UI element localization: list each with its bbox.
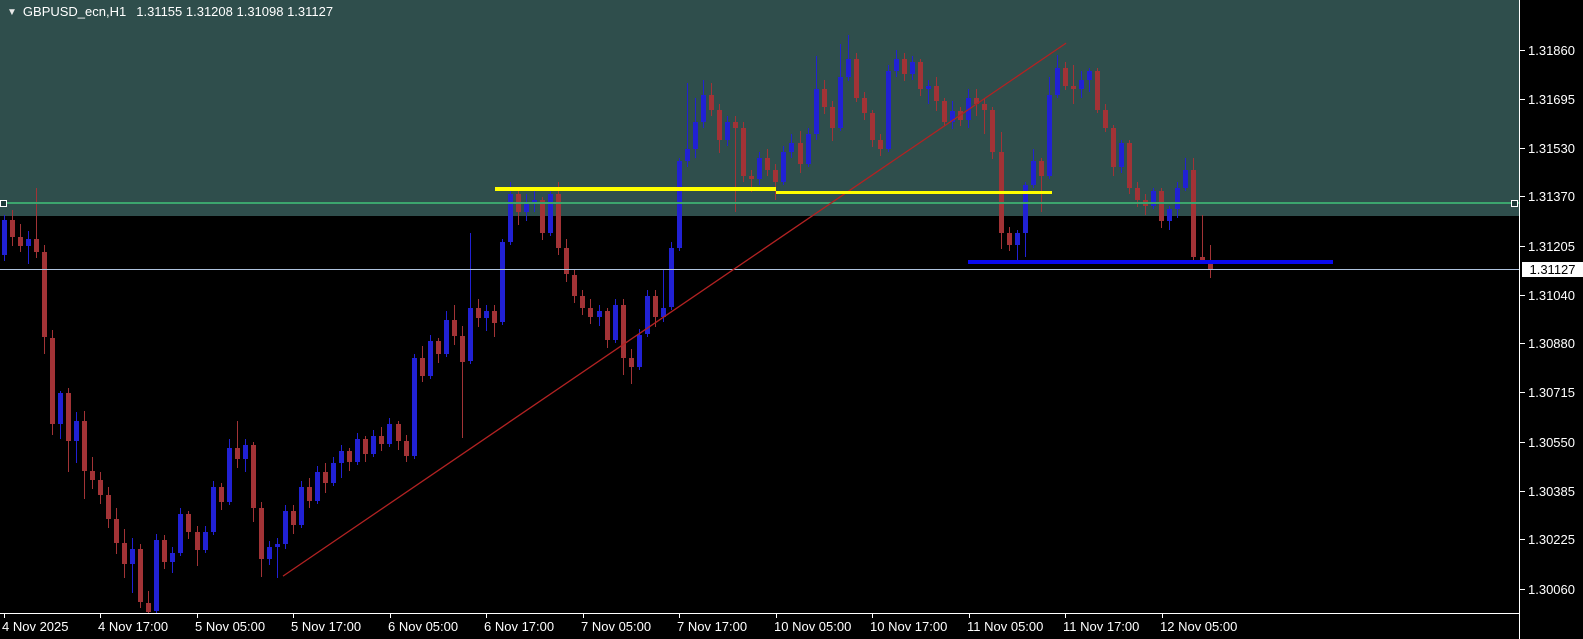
- hline-handle-right[interactable]: [1511, 199, 1518, 207]
- price-axis-tick: [1520, 295, 1525, 296]
- price-axis-label: 1.31370: [1528, 189, 1575, 205]
- symbol-period-label: GBPUSD_ecn,H1: [22, 4, 127, 19]
- red-trendline[interactable]: [282, 42, 1067, 577]
- yellow-resistance-line-left[interactable]: [495, 187, 776, 191]
- time-axis-label: 10 Nov 05:00: [774, 619, 852, 634]
- price-axis-tick: [1520, 98, 1525, 100]
- time-axis-label: 10 Nov 17:00: [870, 619, 948, 634]
- price-axis-tick: [1520, 49, 1525, 51]
- hline-handle-left[interactable]: [0, 199, 7, 207]
- chart-area[interactable]: ▼ GBPUSD_ecn,H1 1.31155 1.31208 1.31098 1.…: [0, 0, 1519, 613]
- time-axis-tick: [679, 614, 680, 618]
- time-axis-tick: [197, 614, 198, 618]
- time-axis-tick: [100, 614, 101, 618]
- time-axis-label: 11 Nov 05:00: [967, 619, 1044, 634]
- time-axis-label: 11 Nov 17:00: [1063, 619, 1140, 634]
- price-axis-label: 1.31040: [1528, 288, 1575, 303]
- time-axis-tick: [776, 614, 777, 618]
- price-axis-tick: [1520, 441, 1525, 443]
- price-axis-tick: [1520, 148, 1525, 150]
- price-axis-label: 1.30060: [1528, 581, 1575, 597]
- price-axis-label: 1.31205: [1528, 238, 1575, 254]
- price-axis-label: 1.31695: [1528, 91, 1575, 107]
- price-axis-label: 1.30715: [1528, 385, 1575, 401]
- time-axis-tick: [969, 614, 970, 618]
- price-axis[interactable]: 1.31127 1.31860 1.31695 1.31530 1.31370 1.31…: [1519, 0, 1583, 639]
- time-axis-label: 5 Nov 05:00: [195, 619, 266, 634]
- time-axis-tick: [872, 614, 873, 618]
- symbol-menu-arrow-icon[interactable]: ▼: [7, 7, 17, 18]
- price-axis-tick: [1520, 196, 1525, 198]
- time-axis-label: 4 Nov 2025: [2, 619, 69, 634]
- time-axis[interactable]: 4 Nov 2025 4 Nov 17:00 5 Nov 05:00 5 Nov 17…: [0, 613, 1583, 639]
- price-axis-label: 1.31860: [1528, 42, 1575, 58]
- time-axis-label: 5 Nov 17:00: [291, 619, 362, 634]
- price-axis-tick: [1520, 392, 1525, 394]
- yellow-resistance-line-right[interactable]: [776, 190, 1052, 195]
- time-axis-tick: [4, 614, 5, 618]
- time-axis-label: 7 Nov 17:00: [677, 619, 748, 634]
- mt4-chart-window: ▼ GBPUSD_ecn,H1 1.31155 1.31208 1.31098 1.…: [0, 0, 1583, 639]
- time-axis-label: 6 Nov 17:00: [484, 619, 555, 634]
- time-axis-label: 7 Nov 05:00: [581, 619, 652, 634]
- price-axis-label: 1.30225: [1528, 532, 1575, 548]
- price-axis-tick: [1520, 491, 1525, 493]
- price-axis-label: 1.30385: [1528, 484, 1575, 500]
- time-axis-tick: [390, 614, 391, 618]
- price-axis-tick: [1520, 588, 1525, 590]
- price-axis-tick: [1520, 245, 1525, 247]
- ohlc-readout: 1.31155 1.31208 1.31098 1.31127: [136, 4, 334, 19]
- time-axis-label: 4 Nov 17:00: [98, 619, 169, 634]
- blue-support-line[interactable]: [968, 260, 1333, 264]
- time-axis-tick: [293, 614, 294, 618]
- chart-title: ▼ GBPUSD_ecn,H1 1.31155 1.31208 1.31098 1.…: [7, 4, 333, 19]
- time-axis-tick: [1162, 614, 1163, 618]
- price-axis-label: 1.30880: [1528, 336, 1575, 351]
- price-axis-tick: [1520, 539, 1525, 541]
- time-axis-tick: [583, 614, 584, 618]
- price-axis-label: 1.30550: [1528, 434, 1575, 450]
- price-axis-label: 1.31530: [1528, 141, 1575, 157]
- time-axis-label: 12 Nov 05:00: [1160, 619, 1238, 634]
- time-axis-label: 6 Nov 05:00: [388, 619, 459, 634]
- time-axis-tick: [1065, 614, 1066, 618]
- price-axis-tick: [1520, 343, 1525, 344]
- time-axis-tick: [486, 614, 487, 618]
- current-price-badge: 1.31127: [1522, 262, 1583, 277]
